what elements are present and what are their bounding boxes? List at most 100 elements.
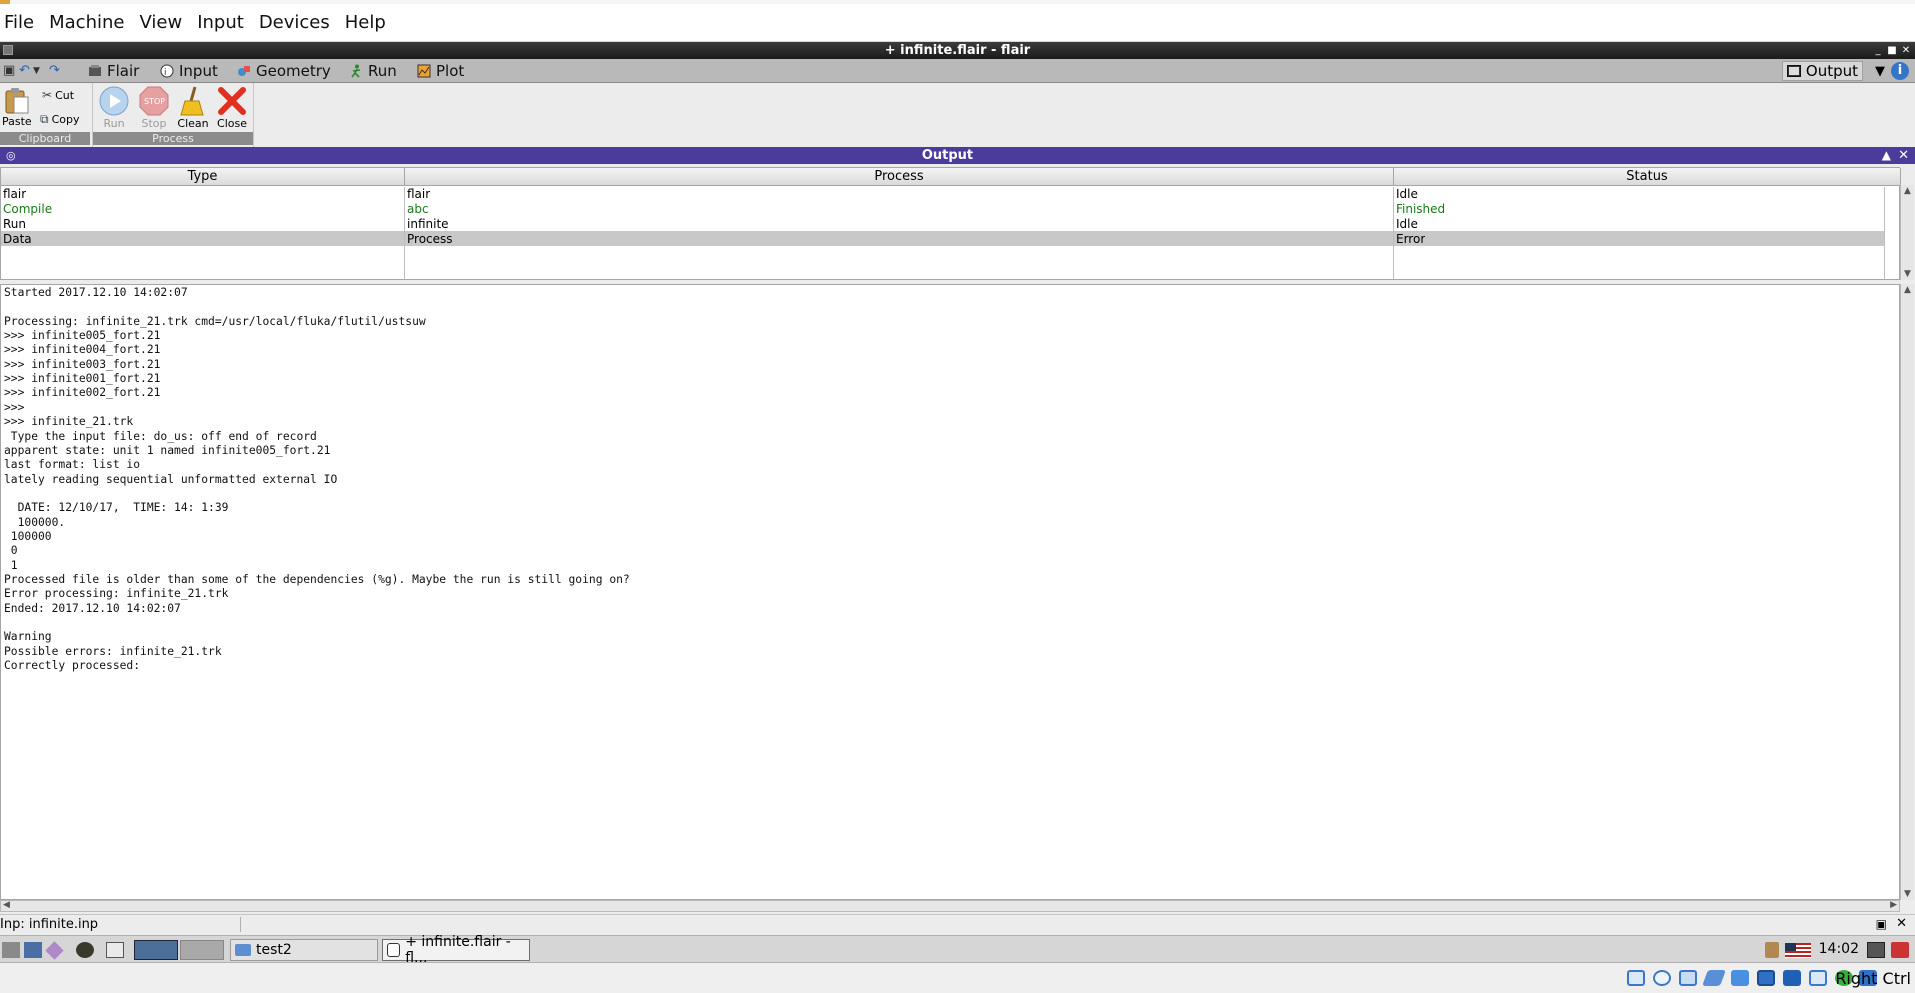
scroll-right-icon[interactable]: ▶ xyxy=(1890,900,1897,910)
editor-icon[interactable] xyxy=(45,941,64,960)
menu-help[interactable]: Help xyxy=(345,12,395,33)
paste-button[interactable]: Paste xyxy=(2,87,32,128)
log-scrollbar[interactable]: ▲ ▼ xyxy=(1900,284,1914,900)
save-icon[interactable]: ▣ xyxy=(3,63,15,78)
log-line: >>> infinite003_fort.21 xyxy=(4,357,161,371)
copy-button[interactable]: ⧉ Copy xyxy=(40,112,79,127)
computer-icon[interactable] xyxy=(24,942,42,958)
menu-input[interactable]: Input xyxy=(197,12,253,33)
log-line: Error processing: infinite_21.trk xyxy=(4,587,229,601)
column-header-type[interactable]: Type xyxy=(1,168,405,186)
log-line: >>> xyxy=(4,400,25,414)
clipboard-tray-icon[interactable] xyxy=(1765,942,1779,958)
maximize-icon[interactable]: ■ xyxy=(1885,42,1899,59)
close-panel-icon[interactable]: ✕ xyxy=(1898,148,1909,163)
window-title: + infinite.flair - flair xyxy=(884,43,1031,58)
tab-plot[interactable]: Plot xyxy=(417,62,464,80)
video-capture-icon[interactable] xyxy=(1783,970,1801,986)
log-line: DATE: 12/10/17, TIME: 14: 1:39 xyxy=(4,501,229,515)
table-cell-type[interactable]: Compile xyxy=(3,202,52,217)
log-horizontal-scrollbar[interactable]: ◀ ▶ xyxy=(0,900,1900,912)
play-icon xyxy=(99,86,129,116)
output-selector[interactable]: Output xyxy=(1781,61,1863,81)
log-line: apparent state: unit 1 named infinite005… xyxy=(4,443,331,457)
close-window-icon[interactable]: ✕ xyxy=(1899,42,1913,59)
log-line: lately reading sequential unformatted ex… xyxy=(4,472,338,486)
table-cell-status[interactable]: Idle xyxy=(1396,217,1418,232)
run-button[interactable]: Run xyxy=(98,85,130,130)
windows-icon[interactable] xyxy=(106,942,124,958)
us-flag-icon[interactable] xyxy=(1785,943,1811,958)
menu-devices[interactable]: Devices xyxy=(259,12,339,33)
tab-geometry[interactable]: Geometry xyxy=(237,62,331,80)
workspace-2[interactable] xyxy=(180,940,224,960)
hard-disk-icon[interactable] xyxy=(1627,970,1645,986)
redo-icon[interactable]: ↷ xyxy=(49,63,60,78)
table-cell-status[interactable]: Idle xyxy=(1396,187,1418,202)
cpu-icon[interactable] xyxy=(1809,970,1827,986)
log-line: >>> infinite004_fort.21 xyxy=(4,343,161,357)
column-header-process[interactable]: Process xyxy=(405,168,1394,186)
shared-folders-icon[interactable] xyxy=(1731,970,1749,986)
workspace-1[interactable] xyxy=(134,940,178,960)
terminal-status-icon[interactable]: ▣ xyxy=(1876,917,1887,931)
menu-machine[interactable]: Machine xyxy=(49,12,133,33)
stop-button[interactable]: STOP Stop xyxy=(138,85,170,130)
scroll-down-icon[interactable]: ▼ xyxy=(1901,888,1914,900)
table-cell-status[interactable]: Finished xyxy=(1396,202,1445,217)
menu-view[interactable]: View xyxy=(139,12,191,33)
table-cell-type[interactable]: Data xyxy=(3,232,32,247)
table-scrollbar[interactable]: ▲ ▼ xyxy=(1900,185,1914,280)
cut-button[interactable]: ✂ Cut xyxy=(42,88,74,102)
window-titlebar[interactable]: + infinite.flair - flair _ ■ ✕ xyxy=(0,42,1915,59)
scroll-left-icon[interactable]: ◀ xyxy=(3,900,10,910)
output-log[interactable]: Started 2017.12.10 14:02:07 Processing: i… xyxy=(0,284,1900,900)
table-cell-process[interactable]: infinite xyxy=(407,217,449,232)
display-icon[interactable] xyxy=(1757,970,1775,986)
task-test2[interactable]: test2 xyxy=(230,939,378,961)
logout-icon[interactable] xyxy=(1891,942,1909,958)
info-icon[interactable]: i xyxy=(1891,62,1909,80)
clean-button[interactable]: Clean xyxy=(177,85,209,130)
table-cell-type[interactable]: flair xyxy=(3,187,26,202)
tab-flair[interactable]: Flair xyxy=(88,62,139,80)
log-line: last format: list io xyxy=(4,458,141,472)
copy-icon: ⧉ xyxy=(40,112,49,126)
column-header-status[interactable]: Status xyxy=(1394,168,1901,186)
scroll-down-icon[interactable]: ▼ xyxy=(1901,268,1914,280)
undo-dropdown-icon[interactable]: ▼ xyxy=(33,66,40,76)
audio-icon[interactable] xyxy=(1679,970,1697,986)
optical-drive-icon[interactable] xyxy=(1653,970,1671,986)
clipboard-group-label: Clipboard xyxy=(0,132,90,145)
table-cell-process[interactable]: flair xyxy=(407,187,430,202)
terminal-icon xyxy=(1786,65,1801,77)
log-line: Processing: infinite_21.trk cmd=/usr/loc… xyxy=(4,314,426,328)
pot-icon[interactable] xyxy=(76,942,94,958)
minimize-icon[interactable]: _ xyxy=(1871,42,1885,59)
host-menubar: File Machine View Input Devices Help xyxy=(0,0,1915,42)
flair-app-icon xyxy=(387,943,401,957)
monitor-tray-icon[interactable] xyxy=(1867,942,1885,958)
output-panel-title: Output xyxy=(921,148,974,163)
maximize-panel-icon[interactable]: ▲ xyxy=(1882,148,1891,162)
scroll-up-icon[interactable]: ▲ xyxy=(1901,185,1914,197)
table-cell-process[interactable]: Process xyxy=(407,232,453,247)
table-cell-status[interactable]: Error xyxy=(1396,232,1425,247)
menu-file[interactable]: File xyxy=(4,12,43,33)
table-cell-type[interactable]: Run xyxy=(3,217,26,232)
log-line: Possible errors: infinite_21.trk xyxy=(4,644,222,658)
flair-icon xyxy=(89,65,101,76)
log-line: Processed file is older than some of the… xyxy=(4,573,630,586)
undo-icon[interactable]: ↶ xyxy=(19,63,30,78)
network-icon[interactable] xyxy=(1702,970,1726,986)
close-button[interactable]: Close xyxy=(216,85,248,130)
tab-run[interactable]: Run xyxy=(349,62,397,80)
scroll-up-icon[interactable]: ▲ xyxy=(1901,284,1914,296)
table-cell-process[interactable]: abc xyxy=(407,202,429,217)
tab-input[interactable]: i Input xyxy=(160,62,218,80)
chevron-down-icon[interactable]: ▼ xyxy=(1875,64,1885,79)
task-flair[interactable]: + infinite.flair - fl... xyxy=(382,934,530,966)
tools-icon[interactable]: ✕ xyxy=(1896,916,1907,931)
log-line: Started 2017.12.10 14:02:07 xyxy=(4,286,188,299)
show-desktop-icon[interactable] xyxy=(2,942,20,958)
